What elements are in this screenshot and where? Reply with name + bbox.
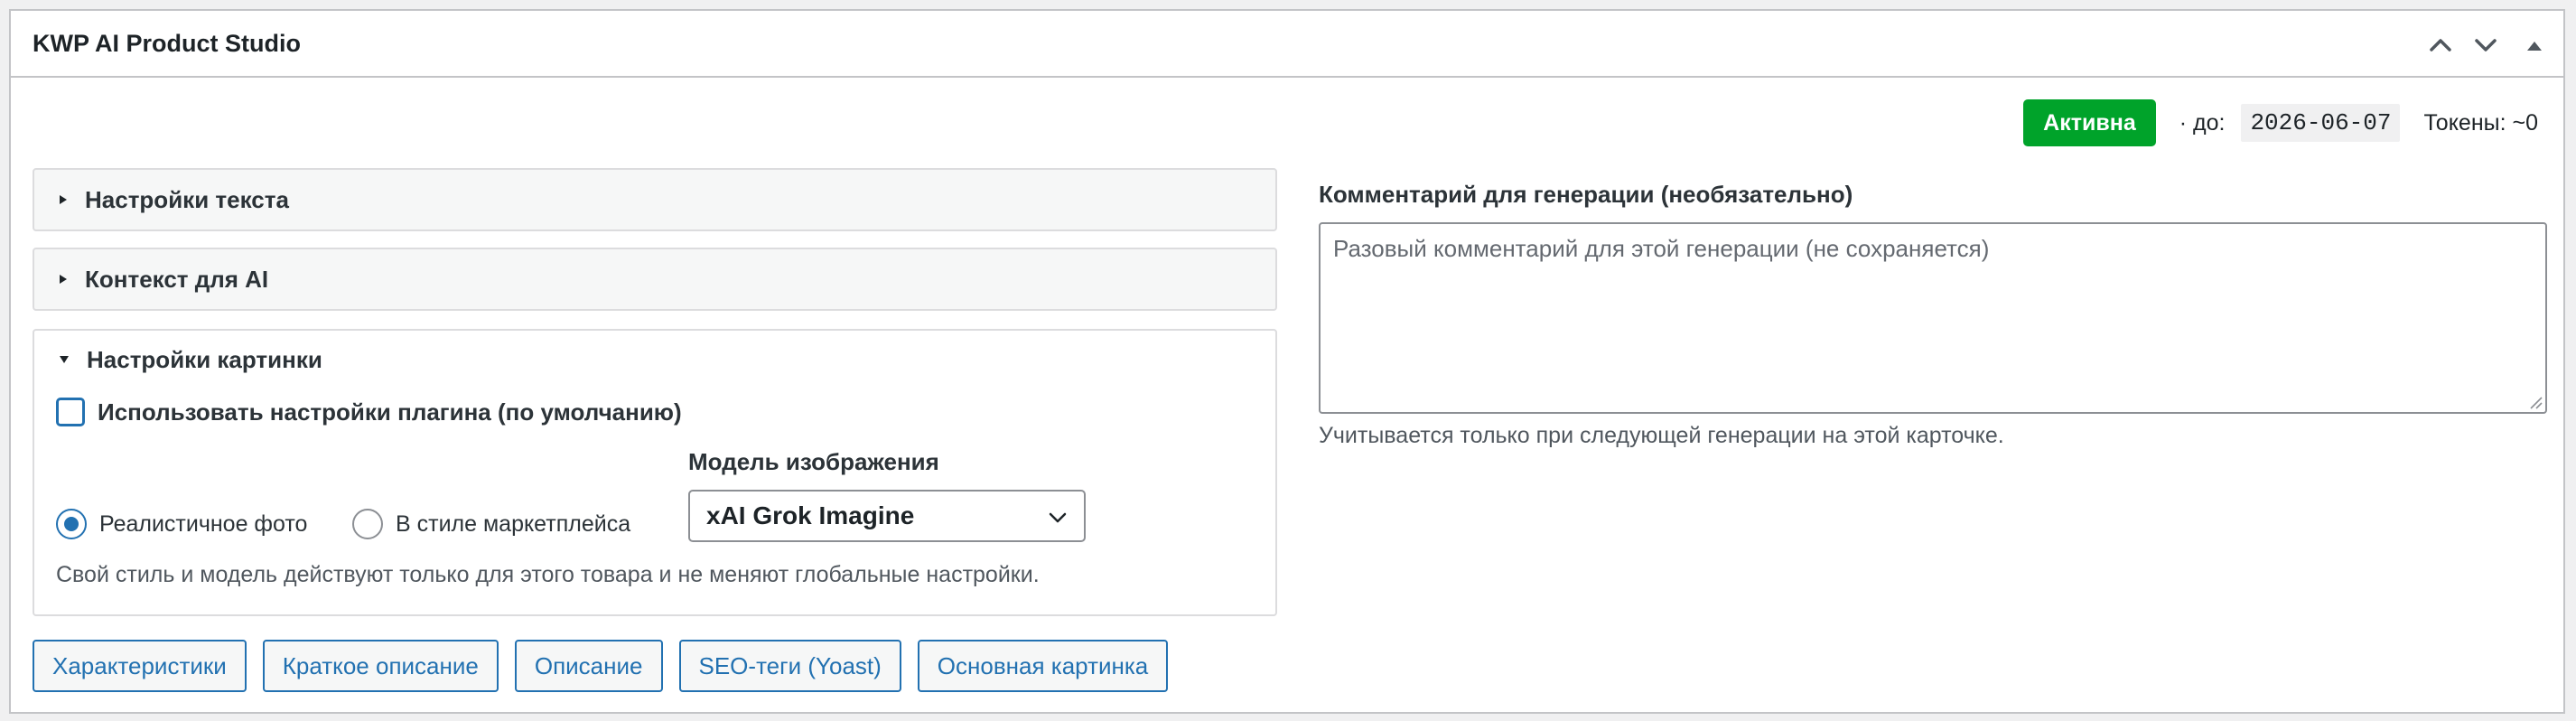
text-settings-toggle[interactable]: Настройки текста (34, 170, 1275, 229)
comment-placeholder: Разовый комментарий для этой генерации (… (1333, 235, 1990, 262)
use-plugin-defaults-option[interactable]: Использовать настройки плагина (по умолч… (56, 394, 682, 430)
chevron-down-icon (2475, 39, 2497, 52)
image-settings-label: Настройки картинки (87, 345, 322, 373)
generate-main-image-button[interactable]: Основная картинка (917, 640, 1169, 692)
caret-down-icon (60, 356, 69, 363)
image-settings-section: Настройки картинки Использовать настройк… (33, 329, 1277, 616)
generate-specs-button[interactable]: Характеристики (33, 640, 247, 692)
status-badge: Активна (2023, 99, 2156, 146)
chevron-up-icon (2430, 39, 2451, 52)
realistic-photo-radio[interactable] (56, 509, 87, 539)
comment-hint: Учитывается только при следующей генерац… (1319, 423, 2004, 448)
expiry-date: 2026-06-07 (2241, 104, 2401, 142)
move-up-button[interactable] (2422, 27, 2459, 63)
image-model-select[interactable]: xAI Grok Imagine (688, 490, 1086, 542)
tokens-count: Токены: ~0 (2423, 109, 2538, 136)
text-settings-section: Настройки текста (33, 168, 1277, 231)
style-option-marketplace[interactable]: В стиле маркетплейса (352, 506, 630, 542)
generate-short-description-button[interactable]: Краткое описание (262, 640, 499, 692)
caret-right-icon (60, 275, 67, 284)
until-label: · до: (2179, 109, 2226, 136)
style-option-realistic[interactable]: Реалистичное фото (56, 506, 307, 542)
license-status-row: Активна · до: 2026-06-07 Токены: ~0 (2023, 99, 2538, 146)
comment-label: Комментарий для генерации (необязательно… (1319, 181, 1853, 208)
marketplace-style-label: В стиле маркетплейса (396, 510, 631, 537)
realistic-photo-label: Реалистичное фото (99, 510, 308, 537)
comment-textarea[interactable]: Разовый комментарий для этой генерации (… (1319, 222, 2547, 414)
image-settings-toggle[interactable]: Настройки картинки (34, 331, 1275, 389)
ai-context-toggle[interactable]: Контекст для AI (34, 249, 1275, 309)
text-settings-label: Настройки текста (85, 185, 289, 213)
ai-context-label: Контекст для AI (85, 265, 269, 293)
panel-title: KWP AI Product Studio (33, 30, 301, 57)
image-settings-hint: Свой стиль и модель действуют только для… (56, 562, 1040, 587)
marketplace-style-radio[interactable] (352, 509, 383, 539)
image-model-value: xAI Grok Imagine (706, 501, 915, 529)
resize-handle-icon[interactable] (2527, 394, 2543, 410)
generate-description-button[interactable]: Описание (514, 640, 663, 692)
toggle-panel-button[interactable] (2516, 27, 2553, 63)
use-plugin-defaults-label: Использовать настройки плагина (по умолч… (98, 398, 682, 426)
ai-context-section: Контекст для AI (33, 248, 1277, 311)
triangle-up-icon (2527, 42, 2542, 51)
move-down-button[interactable] (2468, 27, 2504, 63)
generation-actions: Характеристики Краткое описание Описание… (33, 640, 1184, 692)
chevron-down-icon (1049, 512, 1067, 523)
product-studio-panel: KWP AI Product Studio Активна · до: 2026… (9, 9, 2565, 714)
caret-right-icon (60, 195, 67, 204)
generate-seo-tags-button[interactable]: SEO-теги (Yoast) (678, 640, 901, 692)
use-plugin-defaults-checkbox[interactable] (56, 398, 85, 426)
image-model-label: Модель изображения (688, 448, 939, 475)
panel-header: KWP AI Product Studio (11, 11, 2563, 78)
